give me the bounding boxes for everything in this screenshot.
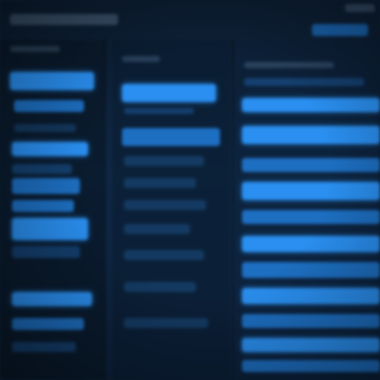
detail-row[interactable] bbox=[242, 236, 380, 252]
list-item[interactable] bbox=[124, 156, 204, 166]
detail-row[interactable] bbox=[242, 338, 380, 352]
top-bar bbox=[0, 0, 380, 40]
detail-row[interactable] bbox=[242, 158, 380, 172]
top-chip[interactable] bbox=[345, 4, 375, 12]
list-item[interactable] bbox=[124, 282, 196, 292]
list-item[interactable] bbox=[124, 200, 206, 210]
list-item[interactable] bbox=[124, 318, 208, 328]
list-heading bbox=[122, 56, 160, 62]
sidebar-item[interactable] bbox=[12, 218, 88, 240]
list-item[interactable] bbox=[122, 84, 216, 102]
sidebar-item[interactable] bbox=[12, 142, 88, 156]
list-item[interactable] bbox=[124, 250, 204, 260]
detail-row[interactable] bbox=[242, 360, 380, 372]
detail-row[interactable] bbox=[242, 288, 380, 304]
detail-row[interactable] bbox=[242, 126, 380, 144]
sidebar-item[interactable] bbox=[12, 292, 92, 306]
detail-row[interactable] bbox=[242, 314, 380, 328]
list-item[interactable] bbox=[124, 178, 196, 188]
app-title bbox=[10, 14, 118, 25]
app-window bbox=[0, 0, 380, 380]
detail-row[interactable] bbox=[242, 182, 380, 200]
sidebar-heading bbox=[10, 46, 60, 52]
divider bbox=[104, 40, 106, 380]
header-button[interactable] bbox=[312, 24, 368, 36]
sidebar-item[interactable] bbox=[10, 72, 94, 90]
sidebar-item[interactable] bbox=[14, 100, 84, 112]
list-item[interactable] bbox=[124, 108, 194, 114]
list-item[interactable] bbox=[122, 128, 220, 146]
divider bbox=[232, 40, 234, 380]
sidebar-item[interactable] bbox=[12, 178, 80, 194]
sidebar-item[interactable] bbox=[12, 318, 84, 330]
sidebar-item[interactable] bbox=[12, 200, 74, 212]
detail-row bbox=[244, 78, 364, 86]
detail-row[interactable] bbox=[242, 98, 380, 112]
sidebar-item[interactable] bbox=[12, 342, 76, 352]
detail-row[interactable] bbox=[242, 262, 380, 278]
detail-row[interactable] bbox=[242, 210, 380, 224]
details-heading bbox=[244, 62, 334, 68]
sidebar-item[interactable] bbox=[14, 124, 76, 132]
sidebar-item[interactable] bbox=[12, 246, 80, 258]
sidebar-item[interactable] bbox=[12, 164, 72, 174]
list-item[interactable] bbox=[124, 224, 190, 234]
